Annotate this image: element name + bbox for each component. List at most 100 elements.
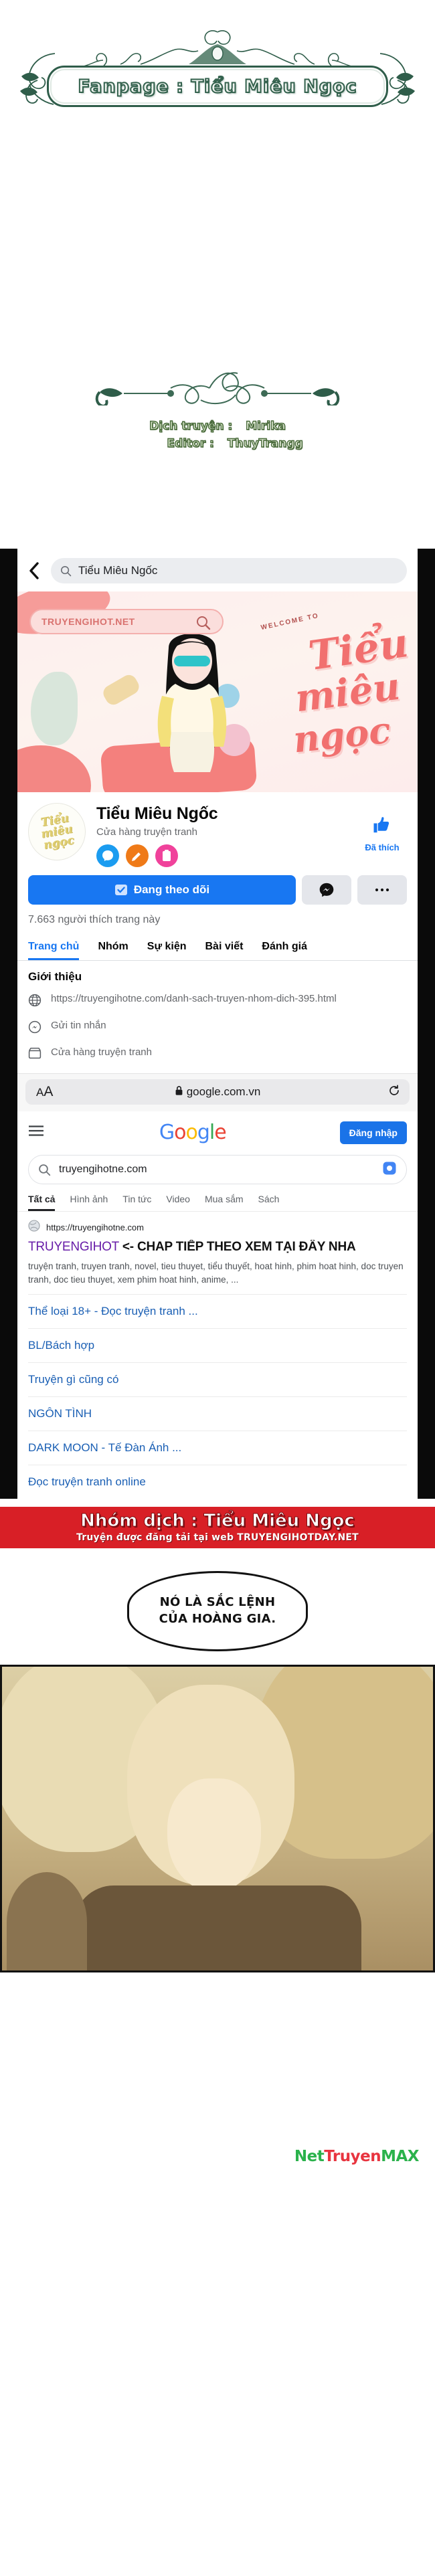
cover-brush-word-3: ngọc [291,708,393,761]
lock-icon [175,1085,183,1099]
page-cover-photo[interactable]: TRUYENGIHOT.NET WELCOME TO Tiểu miêu ngọ… [17,591,418,792]
gtab-video[interactable]: Video [166,1194,190,1211]
page-tabs: Trang chủ Nhóm Sự kiện Bài viết Đánh giá [17,934,418,961]
address-bar-pill[interactable]: AA google.com.vn [25,1079,410,1105]
group-credit-title: Nhóm dịch : Tiểu Miêu Ngọc [80,1510,355,1531]
tab-su-kien[interactable]: Sự kiện [147,934,187,960]
sitelink-ngon-tinh[interactable]: NGÔN TÌNH [28,1396,407,1431]
sitelink-bl-bach-hop[interactable]: BL/Bách hợp [28,1327,407,1362]
translator-name: Mirika [245,419,286,433]
search-icon [60,565,72,576]
intro-row-website[interactable]: https://truyengihotne.com/danh-sach-truy… [28,992,407,1010]
safari-address-bar: AA google.com.vn [17,1073,418,1111]
result-description: truyện tranh, truyen tranh, novel, tieu … [28,1261,404,1285]
phone-screenshot: Tiểu Miêu Ngốc TRUYENGIHOT.NET WELCOME T… [0,549,435,1499]
cover-site-pill: TRUYENGIHOT.NET [29,609,224,634]
result-title[interactable]: TRUYENGIHOT <- CHAP TIẾP THEO XEM TẠI ĐÂ… [28,1240,407,1255]
cover-decor-sweet [100,672,142,708]
tab-danh-gia[interactable]: Đánh giá [262,934,307,960]
gtab-mua-sam[interactable]: Mua sắm [205,1194,244,1211]
page-identity: Tiểu miêu ngọc Tiểu Miêu Ngốc Cửa hàng t… [17,792,418,872]
sitelink-the-loai-18[interactable]: Thể loại 18+ - Đọc truyện tranh ... [28,1293,407,1328]
result-source-line: https://truyengihotne.com [28,1220,407,1235]
speech-bubble-container: NÓ LÀ SẮC LỆNH CỦA HOÀNG GIA. [0,1553,435,1665]
more-options-button[interactable] [357,875,407,905]
page-action-buttons: Đang theo dõi [17,872,418,905]
page-badge-row [96,844,347,867]
speech-bubble-text: NÓ LÀ SẮC LỆNH CỦA HOÀNG GIA. [159,1595,276,1626]
watermark-max: MAX [381,2147,419,2165]
cover-illustration-girl [149,621,236,778]
reload-icon[interactable] [388,1085,400,1100]
result-title-brand: TRUYENGIHOT [28,1240,119,1254]
magnifier-icon [195,615,211,634]
google-search-value: truyengihotne.com [59,1164,147,1175]
following-button-label: Đang theo dõi [133,883,210,896]
address-bar-host: google.com.vn [186,1085,261,1098]
search-query-text: Tiểu Miêu Ngốc [78,564,158,577]
ornament-top-flourish [80,30,355,68]
google-header: Google Đăng nhập [17,1111,418,1154]
comic-panel-section: NÓ LÀ SẮC LỆNH CỦA HOÀNG GIA. [0,1553,435,1972]
facebook-search-header: Tiểu Miêu Ngốc [17,549,418,591]
messenger-icon [319,883,334,897]
ornament-left-flourish [20,53,56,105]
speech-bubble: NÓ LÀ SẮC LỆNH CỦA HOÀNG GIA. [127,1570,308,1651]
thumbs-up-icon [373,817,389,833]
bottom-spacer [0,1972,435,2126]
fanpage-banner-section: Fanpage : Tiểu Miêu Ngọc [0,0,435,281]
messenger-outline-icon [28,1019,43,1037]
globe-favicon-icon [28,1220,40,1235]
like-status[interactable]: Đã thích [357,803,407,852]
group-credit-banner-section: Nhóm dịch : Tiểu Miêu Ngọc Truyện được đ… [0,1498,435,1554]
credits-section: Dịch truyện : Mirika Editor : ThuyTrangg [0,281,435,549]
clipboard-badge-icon[interactable] [155,844,178,867]
gtab-sach[interactable]: Sách [258,1194,280,1211]
back-button[interactable] [25,562,43,579]
page-category: Cửa hàng truyện tranh [96,826,197,838]
fanpage-label: Fanpage : Tiểu Miêu Ngọc [77,76,357,98]
hamburger-icon[interactable] [28,1125,46,1140]
sitelink-doc-truyen-tranh-online[interactable]: Đọc truyện tranh online [28,1464,407,1499]
google-logo-letter-G: G [159,1121,175,1144]
sitelink-dark-moon[interactable]: DARK MOON - Tế Đàn Ánh ... [28,1430,407,1465]
ornamental-divider-icon [95,372,340,405]
tab-bai-viet[interactable]: Bài viết [205,934,244,960]
google-logo-letter-g: g [197,1121,210,1144]
sign-in-button[interactable]: Đăng nhập [339,1121,407,1144]
editor-label: Editor : [167,437,215,451]
page-title: Tiểu Miêu Ngốc [96,804,218,823]
ornate-frame: Fanpage : Tiểu Miêu Ngọc [20,27,415,107]
avatar[interactable]: Tiểu miêu ngọc [28,803,86,860]
messenger-badge-icon[interactable] [96,844,119,867]
google-search-input[interactable]: truyengihotne.com [28,1155,407,1184]
google-logo: Google [46,1121,340,1144]
avatar-logo-text: Tiểu miêu ngọc [39,811,76,852]
google-search-result[interactable]: https://truyengihotne.com TRUYENGIHOT <-… [17,1212,418,1294]
sitelink-truyen-gi-cung-co[interactable]: Truyện gì cũng có [28,1362,407,1396]
search-input[interactable]: Tiểu Miêu Ngốc [51,558,407,583]
translator-label: Dịch truyện : [149,419,233,433]
comic-panel-art [0,1664,435,1972]
editor-name: ThuyTrangg [227,437,303,451]
intro-row-store[interactable]: Cửa hàng truyện tranh [28,1046,407,1063]
pen-badge-icon[interactable] [126,844,149,867]
following-button[interactable]: Đang theo dõi [28,875,296,905]
intro-row-message[interactable]: Gửi tin nhắn [28,1019,407,1037]
panel-border [0,1664,435,1972]
chevron-left-icon [29,562,39,579]
intro-message-label: Gửi tin nhắn [51,1020,106,1031]
gtab-tin-tuc[interactable]: Tin tức [122,1194,151,1211]
aa-icon[interactable]: AA [36,1084,53,1100]
watermark-truyen: Truyen [324,2147,381,2165]
tab-trang-chu[interactable]: Trang chủ [28,934,79,960]
fanpage-frame: Fanpage : Tiểu Miêu Ngọc [47,66,388,107]
message-button[interactable] [302,875,351,905]
tab-nhom[interactable]: Nhóm [98,934,128,960]
footer-watermark-section: NetTruyenMAX [0,2126,435,2187]
gtab-hinh-anh[interactable]: Hình ảnh [70,1194,108,1211]
gtab-tat-ca[interactable]: Tất cả [28,1194,55,1211]
cover-site-text: TRUYENGIHOT.NET [41,616,135,627]
lens-icon[interactable] [382,1161,397,1179]
intro-store-label: Cửa hàng truyện tranh [51,1046,152,1058]
